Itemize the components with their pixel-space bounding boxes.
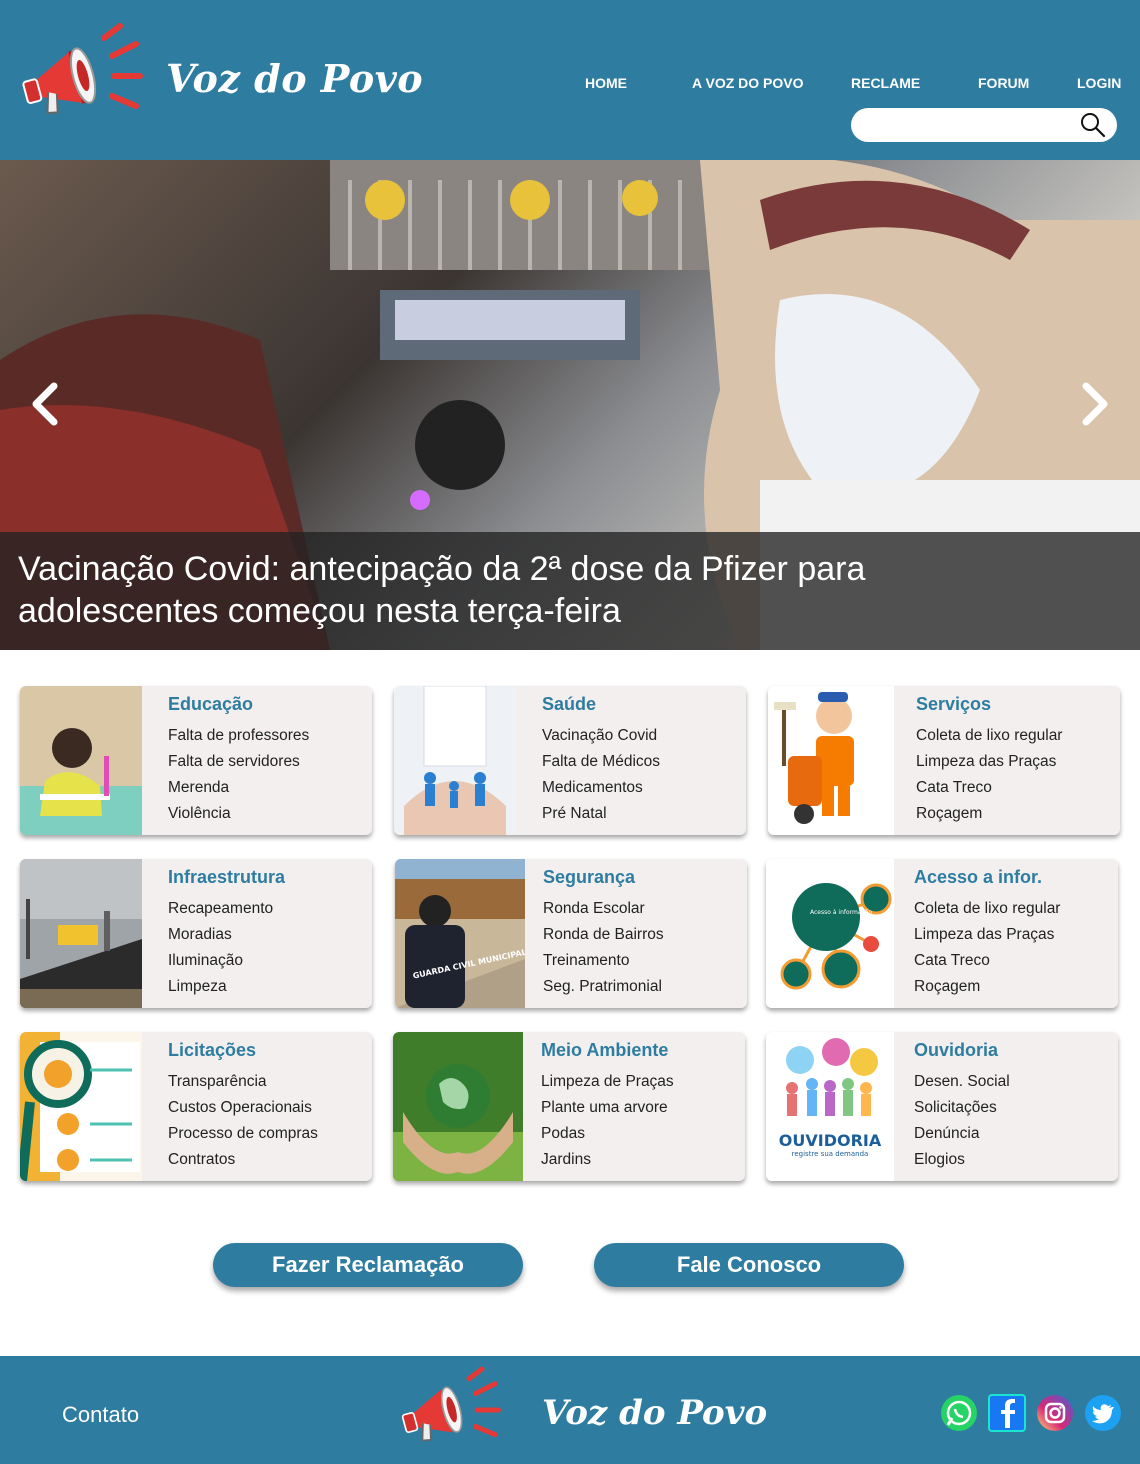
category-card-meio-ambiente[interactable]: Meio Ambiente Limpeza de Praças Plante u… [393, 1032, 745, 1181]
educacao-image [20, 686, 142, 835]
card-item[interactable]: Iluminação [168, 952, 243, 970]
hero-headline[interactable]: Vacinação Covid: antecipação da 2ª dose … [18, 548, 958, 632]
card-item[interactable]: Contratos [168, 1151, 235, 1169]
category-card-ouvidoria[interactable]: OUVIDORIA registre sua demanda Ouvidoria… [766, 1032, 1118, 1181]
card-title: Acesso a infor. [914, 867, 1043, 887]
brand-name[interactable]: Voz do Povo [166, 56, 423, 101]
card-title: Licitações [168, 1040, 257, 1060]
twitter-icon[interactable] [1084, 1394, 1122, 1432]
whatsapp-icon[interactable] [940, 1394, 978, 1432]
nav-forum[interactable]: FORUM [978, 75, 1029, 91]
licitacoes-image [20, 1032, 142, 1181]
hero-carousel: Vacinação Covid: antecipação da 2ª dose … [0, 160, 1140, 650]
nav-login[interactable]: LOGIN [1077, 75, 1121, 91]
category-card-saude[interactable]: Saúde Vacinação Covid Falta de Médicos M… [394, 686, 746, 835]
card-item[interactable]: Recapeamento [168, 900, 273, 918]
acesso-text: Acesso à informação [810, 909, 873, 916]
facebook-icon[interactable] [988, 1394, 1026, 1432]
footer-contato-link[interactable]: Contato [62, 1402, 139, 1428]
card-item[interactable]: Podas [541, 1125, 585, 1143]
card-title: Infraestrutura [168, 867, 286, 887]
card-item[interactable]: Merenda [168, 779, 229, 797]
category-card-licitacoes[interactable]: Licitações Transparência Custos Operacio… [20, 1032, 372, 1181]
carousel-next-icon[interactable] [1076, 380, 1112, 428]
acesso-image: Acesso à informação [766, 859, 894, 1008]
card-title: Meio Ambiente [541, 1040, 669, 1060]
card-item[interactable]: Falta de Médicos [542, 753, 660, 771]
category-card-seguranca[interactable]: GUARDA CIVIL MUNICIPAL Segurança Ronda E… [395, 859, 747, 1008]
card-item[interactable]: Limpeza das Praças [916, 753, 1056, 771]
card-item[interactable]: Medicamentos [542, 779, 643, 797]
category-card-servicos[interactable]: Serviços Coleta de lixo regular Limpeza … [768, 686, 1120, 835]
card-item[interactable]: Treinamento [543, 952, 629, 970]
fazer-reclamacao-button[interactable]: Fazer Reclamação [213, 1243, 523, 1287]
infraestrutura-image [20, 859, 142, 1008]
nav-home[interactable]: HOME [585, 75, 627, 91]
search-box [851, 108, 1117, 142]
footer-brand-name: Voz do Povo [542, 1393, 768, 1433]
card-item[interactable]: Processo de compras [168, 1125, 318, 1143]
card-item[interactable]: Elogios [914, 1151, 965, 1169]
card-item[interactable]: Coleta de lixo regular [914, 900, 1060, 918]
nav-a-voz-do-povo[interactable]: A VOZ DO POVO [692, 75, 804, 91]
card-item[interactable]: Vacinação Covid [542, 727, 657, 745]
card-item[interactable]: Coleta de lixo regular [916, 727, 1062, 745]
footer-megaphone-icon [401, 1366, 501, 1442]
category-card-acesso[interactable]: Acesso à informação Acesso a infor. Cole… [766, 859, 1118, 1008]
card-item[interactable]: Plante uma arvore [541, 1099, 668, 1117]
card-item[interactable]: Roçagem [914, 978, 980, 996]
carousel-prev-icon[interactable] [28, 380, 64, 428]
card-item[interactable]: Falta de professores [168, 727, 309, 745]
card-item[interactable]: Falta de servidores [168, 753, 300, 771]
ouvidoria-logo-text: OUVIDORIA [779, 1131, 882, 1150]
card-item[interactable]: Ronda Escolar [543, 900, 645, 918]
card-item[interactable]: Solicitações [914, 1099, 997, 1117]
card-title: Saúde [542, 694, 597, 714]
seguranca-image: GUARDA CIVIL MUNICIPAL [395, 859, 525, 1008]
card-item[interactable]: Limpeza das Praças [914, 926, 1054, 944]
card-item[interactable]: Violência [168, 805, 231, 823]
ouvidoria-logo-subtext: registre sua demanda [792, 1150, 869, 1158]
saude-image [394, 686, 516, 835]
category-card-infraestrutura[interactable]: Infraestrutura Recapeamento Moradias Ilu… [20, 859, 372, 1008]
card-title: Ouvidoria [914, 1040, 999, 1060]
card-item[interactable]: Jardins [541, 1151, 591, 1169]
card-item[interactable]: Cata Treco [916, 779, 992, 797]
category-card-educacao[interactable]: Educação Falta de professores Falta de s… [20, 686, 372, 835]
ouvidoria-image: OUVIDORIA registre sua demanda [766, 1032, 894, 1181]
card-item[interactable]: Cata Treco [914, 952, 990, 970]
search-input[interactable] [865, 114, 1079, 138]
card-item[interactable]: Limpeza de Praças [541, 1073, 674, 1091]
megaphone-logo-icon[interactable] [18, 20, 144, 132]
servicos-image [768, 686, 894, 835]
card-title: Serviços [916, 694, 992, 714]
card-item[interactable]: Denúncia [914, 1125, 980, 1143]
search-icon[interactable] [1079, 111, 1107, 139]
nav-reclame[interactable]: RECLAME [851, 75, 920, 91]
card-item[interactable]: Ronda de Bairros [543, 926, 664, 944]
card-item[interactable]: Moradias [168, 926, 232, 944]
card-item[interactable]: Seg. Pratrimonial [543, 978, 662, 996]
fale-conosco-button[interactable]: Fale Conosco [594, 1243, 904, 1287]
card-item[interactable]: Limpeza [168, 978, 227, 996]
meio-ambiente-image [393, 1032, 523, 1181]
card-item[interactable]: Desen. Social [914, 1073, 1010, 1091]
card-title: Segurança [543, 867, 636, 887]
card-title: Educação [168, 694, 254, 714]
card-item[interactable]: Roçagem [916, 805, 982, 823]
instagram-icon[interactable] [1036, 1394, 1074, 1432]
card-item[interactable]: Custos Operacionais [168, 1099, 312, 1117]
card-item[interactable]: Pré Natal [542, 805, 607, 823]
card-item[interactable]: Transparência [168, 1073, 267, 1091]
